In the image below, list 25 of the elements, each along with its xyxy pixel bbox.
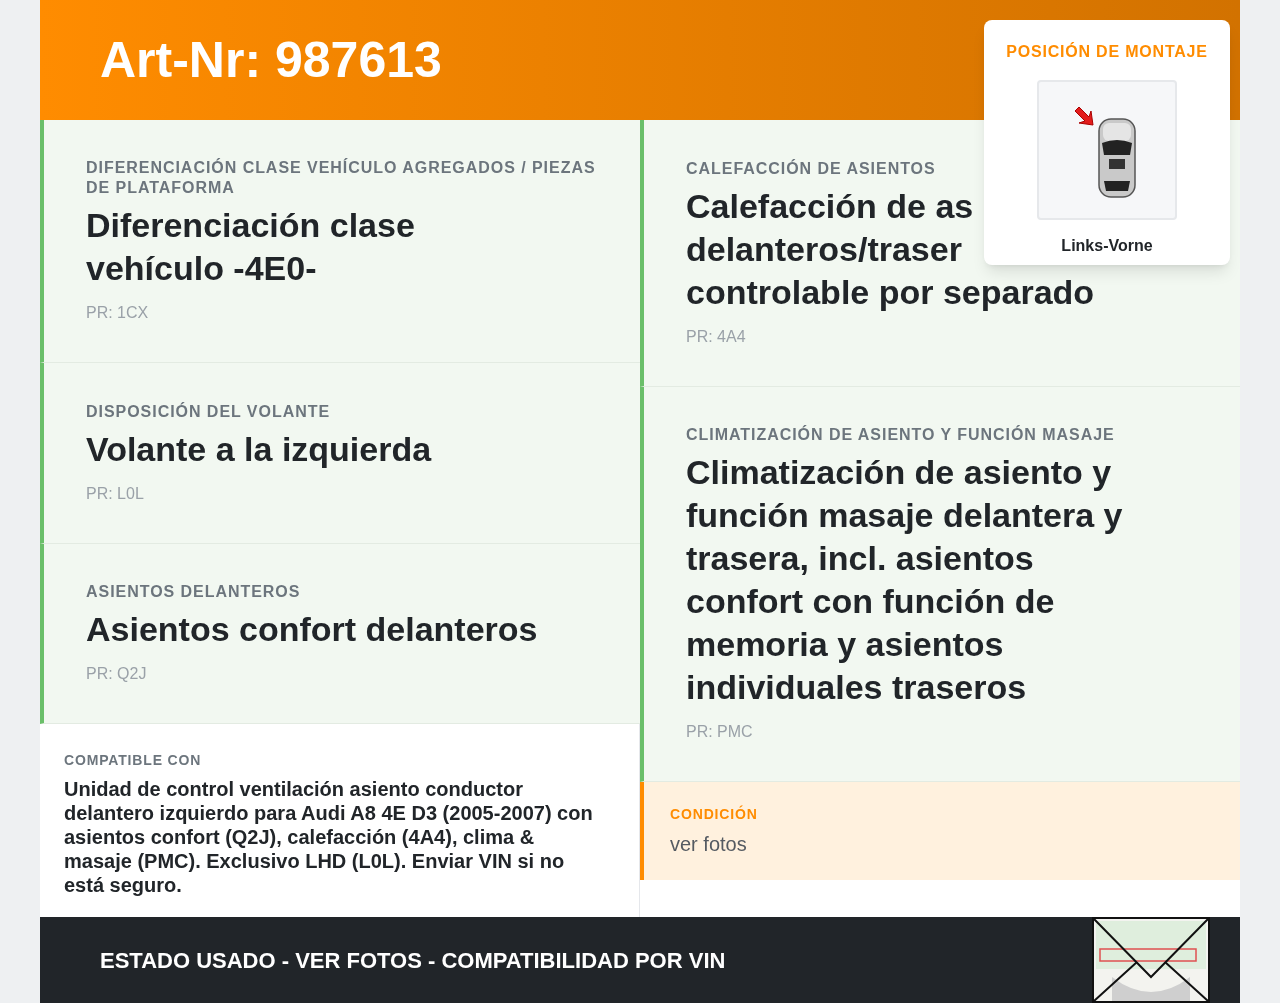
pr-code: PR: 1CX bbox=[86, 303, 150, 323]
spec-label: DIFERENCIACIÓN CLASE VEHÍCULO AGREGADOS / PIEZAS DE PLATAFORMA bbox=[86, 158, 597, 198]
spec-label: CALEFACCIÓN DE ASIENTOS bbox=[686, 158, 937, 179]
condition-label: CONDICIÓN bbox=[670, 804, 759, 824]
condition-value: ver fotos bbox=[670, 831, 748, 857]
spec-title: Calefacción de as bbox=[686, 185, 974, 227]
compatible-text: Unidad de control ventilación asiento conductor delantero izquierdo para Audi A8 4E D3 (2005-2007) con asientos confort (Q2J), calefacción (4A4), clima & masaje (PMC). Exclusivo LHD (L0L). Enviar VIN si no está seguro. bbox=[64, 777, 594, 897]
pr-code: PR: Q2J bbox=[86, 664, 148, 684]
spec-title: Diferenciación clase vehículo -4E0- bbox=[86, 205, 416, 289]
spec-title: Asientos confort delanteros bbox=[86, 609, 538, 650]
spec-title: Climatización de asiento y función masaje delantera y trasera, incl. asientos confort con función de memoria y asientos individuales traseros bbox=[686, 452, 1124, 708]
mounting-label: POSICIÓN DE MONTAJE bbox=[1006, 41, 1208, 62]
pr-code: PR: L0L bbox=[86, 483, 145, 504]
spec-title: delanteros/traser bbox=[686, 228, 962, 270]
pr-code: PR: PMC bbox=[686, 722, 754, 742]
spec-label: CLIMATIZACIÓN DE ASIENTO Y FUNCIÓN MASAJE bbox=[686, 425, 1116, 445]
footer-text: ESTADO USADO - VER FOTOS - COMPATIBILIDAD POR VIN bbox=[100, 946, 726, 975]
article-number: Art-Nr: 987613 bbox=[100, 30, 442, 90]
spec-label: DISPOSICIÓN DEL VOLANTE bbox=[86, 401, 332, 422]
mounting-position: Links-Vorne bbox=[1061, 236, 1153, 256]
spec-label: ASIENTOS DELANTEROS bbox=[86, 582, 302, 602]
compatible-label: COMPATIBLE CON bbox=[64, 751, 203, 770]
spec-title: Volante a la izquierda bbox=[86, 428, 432, 470]
pr-code: PR: 4A4 bbox=[686, 326, 747, 347]
spec-title: controlable por separado bbox=[686, 271, 1095, 313]
